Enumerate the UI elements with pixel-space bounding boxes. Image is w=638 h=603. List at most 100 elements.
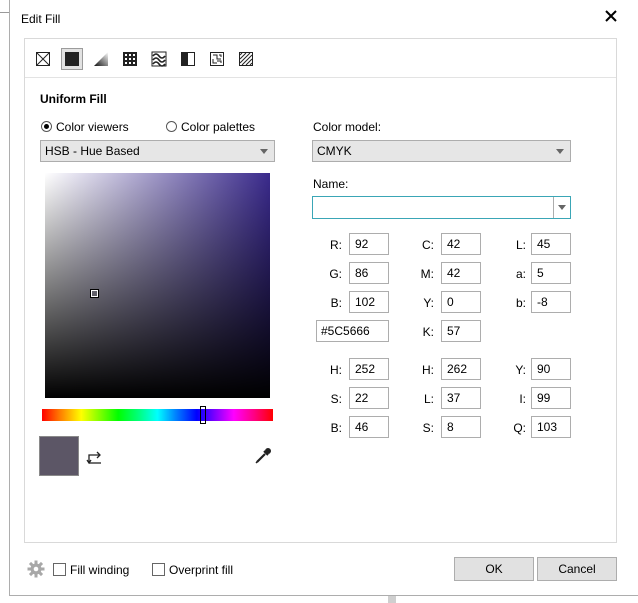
rgb-b-label: B: — [330, 296, 342, 310]
color-model-label: Color model: — [313, 120, 382, 134]
hex-field[interactable]: #5C5666 — [316, 320, 389, 342]
lab-a-value: 5 — [537, 266, 544, 280]
color-palettes-radio[interactable] — [166, 121, 177, 132]
hls-s-field[interactable]: 8 — [441, 416, 481, 438]
lab-a-field[interactable]: 5 — [531, 262, 571, 284]
viewer-mode-select[interactable]: HSB - Hue Based — [40, 140, 275, 162]
vector-pattern-fill-button[interactable] — [119, 48, 141, 70]
vector-pattern-fill-icon — [123, 52, 137, 66]
eyedropper-icon — [255, 448, 271, 464]
close-icon — [605, 10, 617, 22]
hls-l-field[interactable]: 37 — [441, 387, 481, 409]
fill-winding-checkbox[interactable] — [53, 563, 66, 576]
k-field[interactable]: 57 — [441, 320, 481, 342]
chevron-down-icon — [558, 205, 566, 210]
eyedropper-button[interactable] — [253, 446, 273, 466]
uniform-fill-button[interactable] — [61, 48, 83, 70]
overprint-fill-label[interactable]: Overprint fill — [169, 563, 233, 577]
chevron-down-icon — [260, 149, 268, 154]
texture-fill-icon — [210, 52, 224, 66]
uniform-fill-icon — [65, 52, 79, 66]
no-fill-icon — [36, 52, 50, 66]
r-label: R: — [330, 238, 342, 252]
r-value: 92 — [355, 237, 369, 251]
g-value: 86 — [355, 266, 369, 280]
m-value: 42 — [447, 266, 461, 280]
yiq-q-field[interactable]: 103 — [531, 416, 571, 438]
color-model-select[interactable]: CMYK — [312, 140, 571, 162]
lab-b-label: b: — [515, 296, 526, 310]
hsb-h-field[interactable]: 252 — [349, 358, 389, 380]
rgb-b-value: 102 — [355, 295, 376, 309]
hue-slider[interactable] — [42, 409, 273, 421]
lab-l-label: L: — [515, 238, 526, 252]
close-button[interactable] — [603, 8, 619, 24]
hls-l-value: 37 — [447, 391, 461, 405]
ok-button[interactable]: OK — [454, 557, 534, 581]
yiq-y-field[interactable]: 90 — [531, 358, 571, 380]
lab-b-field[interactable]: -8 — [531, 291, 571, 313]
picker-gradient — [45, 173, 270, 398]
current-color-swatch — [39, 436, 79, 476]
swap-colors-button[interactable] — [86, 446, 104, 466]
hsb-s-field[interactable]: 22 — [349, 387, 389, 409]
toolbar-separator — [25, 77, 616, 78]
color-model-value: CMYK — [317, 144, 352, 158]
hsb-s-label: S: — [330, 392, 342, 406]
hls-s-label: S: — [422, 421, 434, 435]
name-dropdown-button[interactable] — [553, 197, 570, 218]
cancel-button[interactable]: Cancel — [537, 557, 617, 581]
yiq-i-field[interactable]: 99 — [531, 387, 571, 409]
hls-s-value: 8 — [447, 420, 454, 434]
postscript-fill-button[interactable] — [235, 48, 257, 70]
hsb-b-label: B: — [330, 421, 342, 435]
hsb-s-value: 22 — [355, 391, 369, 405]
lab-b-value: -8 — [537, 295, 548, 309]
hsb-b-field[interactable]: 46 — [349, 416, 389, 438]
hue-slider-thumb[interactable] — [200, 406, 206, 424]
yiq-y-value: 90 — [537, 362, 551, 376]
gear-icon — [27, 560, 45, 578]
texture-fill-button[interactable] — [206, 48, 228, 70]
saturation-brightness-picker[interactable] — [45, 173, 270, 398]
c-label: C: — [422, 238, 434, 252]
color-viewers-radio[interactable] — [41, 121, 52, 132]
two-color-pattern-fill-button[interactable] — [177, 48, 199, 70]
lab-l-field[interactable]: 45 — [531, 233, 571, 255]
overprint-fill-checkbox[interactable] — [152, 563, 165, 576]
settings-button[interactable] — [27, 560, 45, 578]
hex-value: #5C5666 — [321, 324, 370, 338]
m-field[interactable]: 42 — [441, 262, 481, 284]
no-fill-button[interactable] — [32, 48, 54, 70]
bitmap-pattern-fill-button[interactable] — [148, 48, 170, 70]
cmyk-y-field[interactable]: 0 — [441, 291, 481, 313]
hls-h-field[interactable]: 262 — [441, 358, 481, 380]
hsb-b-value: 46 — [355, 420, 369, 434]
color-viewers-label[interactable]: Color viewers — [56, 120, 129, 134]
hls-l-label: L: — [423, 392, 434, 406]
swap-arrows-icon — [86, 451, 101, 465]
section-title: Uniform Fill — [40, 92, 107, 106]
lab-l-value: 45 — [537, 237, 551, 251]
bitmap-pattern-fill-icon — [151, 51, 167, 67]
color-palettes-label[interactable]: Color palettes — [181, 120, 255, 134]
yiq-i-value: 99 — [537, 391, 551, 405]
fill-winding-label[interactable]: Fill winding — [70, 563, 129, 577]
g-field[interactable]: 86 — [349, 262, 389, 284]
cmyk-y-value: 0 — [447, 295, 454, 309]
cmyk-y-label: Y: — [423, 296, 434, 310]
two-color-pattern-fill-icon — [181, 52, 195, 66]
hls-h-value: 262 — [447, 362, 468, 376]
hsb-h-value: 252 — [355, 362, 376, 376]
dialog-title: Edit Fill — [21, 12, 61, 26]
picker-cursor[interactable] — [90, 289, 99, 298]
name-input[interactable] — [312, 196, 571, 219]
c-value: 42 — [447, 237, 461, 251]
r-field[interactable]: 92 — [349, 233, 389, 255]
fountain-fill-button[interactable] — [90, 48, 112, 70]
c-field[interactable]: 42 — [441, 233, 481, 255]
rgb-b-field[interactable]: 102 — [349, 291, 389, 313]
k-label: K: — [422, 325, 434, 339]
postscript-fill-icon — [239, 52, 253, 66]
lab-a-label: a: — [515, 267, 526, 281]
